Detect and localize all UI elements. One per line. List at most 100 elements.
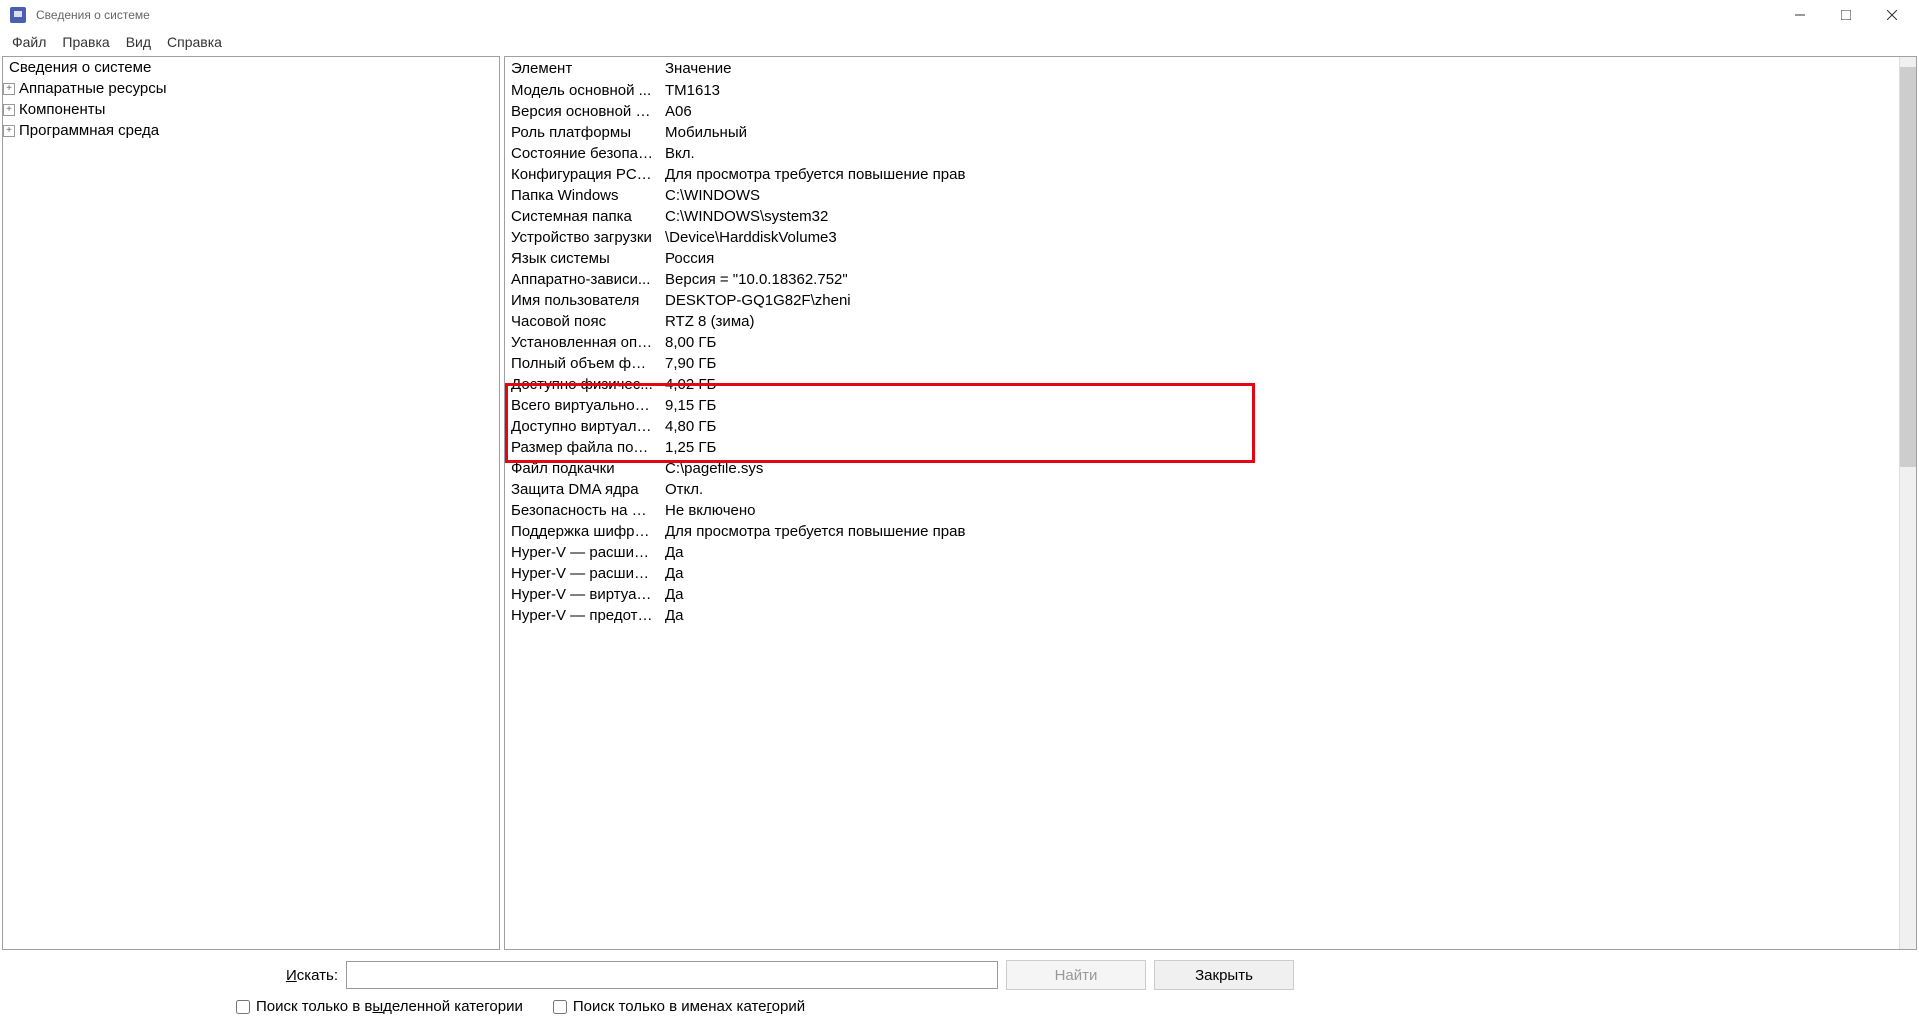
row-label: Состояние безопас... xyxy=(505,144,659,163)
table-row[interactable]: Имя пользователяDESKTOP-GQ1G82F\zheni xyxy=(505,290,1899,311)
option-category-names[interactable]: Поиск только в именах категорий xyxy=(553,998,805,1015)
options-row: Поиск только в выделенной категории Поис… xyxy=(12,998,1907,1015)
row-label: Защита DMA ядра xyxy=(505,480,659,499)
row-label: Доступно физичес... xyxy=(505,375,659,394)
menu-file[interactable]: Файл xyxy=(4,32,54,52)
minimize-button[interactable] xyxy=(1777,0,1823,30)
table-row[interactable]: Конфигурация PCR7Для просмотра требуется… xyxy=(505,164,1899,185)
row-label: Безопасность на ос... xyxy=(505,501,659,520)
row-label: Файл подкачки xyxy=(505,459,659,478)
scrollbar[interactable] xyxy=(1899,57,1916,949)
row-value: 8,00 ГБ xyxy=(659,333,1899,352)
header-value[interactable]: Значение xyxy=(659,57,1029,80)
tree-root[interactable]: Сведения о системе xyxy=(3,57,499,78)
row-label: Модель основной ... xyxy=(505,81,659,100)
header-spacer[interactable] xyxy=(1029,57,1899,80)
table-row[interactable]: Защита DMA ядраОткл. xyxy=(505,479,1899,500)
row-label: Hyper-V — расшир... xyxy=(505,543,659,562)
row-value: RTZ 8 (зима) xyxy=(659,312,1899,331)
row-label: Hyper-V — предотв... xyxy=(505,606,659,625)
row-value: Не включено xyxy=(659,501,1899,520)
search-label: Искать: xyxy=(12,967,338,984)
table-row[interactable]: Устройство загрузки\Device\HarddiskVolum… xyxy=(505,227,1899,248)
table-row[interactable]: Роль платформыМобильный xyxy=(505,122,1899,143)
window-title: Сведения о системе xyxy=(32,8,1777,22)
menu-edit[interactable]: Правка xyxy=(54,32,117,52)
row-label: Конфигурация PCR7 xyxy=(505,165,659,184)
option-label-1: Поиск только в выделенной категории xyxy=(256,998,523,1015)
checkbox-category-names[interactable] xyxy=(553,1000,567,1014)
row-label: Установленная опе... xyxy=(505,333,659,352)
row-label: Поддержка шифро... xyxy=(505,522,659,541)
row-value: Вкл. xyxy=(659,144,1899,163)
row-value: 9,15 ГБ xyxy=(659,396,1899,415)
table-row[interactable]: Безопасность на ос...Не включено xyxy=(505,500,1899,521)
row-label: Hyper-V — расшир... xyxy=(505,564,659,583)
expand-icon[interactable]: + xyxy=(3,104,15,116)
row-value: Для просмотра требуется повышение прав xyxy=(659,522,1899,541)
table-row[interactable]: Размер файла подк...1,25 ГБ xyxy=(505,437,1899,458)
row-label: Системная папка xyxy=(505,207,659,226)
row-label: Всего виртуальной ... xyxy=(505,396,659,415)
table-row[interactable]: Доступно виртуаль...4,80 ГБ xyxy=(505,416,1899,437)
table-header: Элемент Значение xyxy=(505,57,1899,80)
find-button[interactable]: Найти xyxy=(1006,960,1146,990)
table-row[interactable]: Язык системыРоссия xyxy=(505,248,1899,269)
tree-item-label: Программная среда xyxy=(19,122,159,139)
row-value: C:\WINDOWS\system32 xyxy=(659,207,1899,226)
tree-item[interactable]: + Программная среда xyxy=(3,120,499,141)
table-row[interactable]: Версия основной п...A06 xyxy=(505,101,1899,122)
checkbox-selected-category[interactable] xyxy=(236,1000,250,1014)
table-row[interactable]: Часовой поясRTZ 8 (зима) xyxy=(505,311,1899,332)
main-content: Сведения о системе +Аппаратные ресурсы+К… xyxy=(0,54,1919,952)
row-value: Мобильный xyxy=(659,123,1899,142)
row-value: Да xyxy=(659,564,1899,583)
menubar: Файл Правка Вид Справка xyxy=(0,30,1919,54)
row-value: C:\pagefile.sys xyxy=(659,459,1899,478)
search-input[interactable] xyxy=(346,961,998,989)
table-row[interactable]: Hyper-V — расшир...Да xyxy=(505,542,1899,563)
row-value: Россия xyxy=(659,249,1899,268)
table-row[interactable]: Файл подкачкиC:\pagefile.sys xyxy=(505,458,1899,479)
table-row[interactable]: Поддержка шифро...Для просмотра требуетс… xyxy=(505,521,1899,542)
table-row[interactable]: Установленная опе...8,00 ГБ xyxy=(505,332,1899,353)
row-label: Hyper-V — виртуал... xyxy=(505,585,659,604)
menu-view[interactable]: Вид xyxy=(118,32,159,52)
row-value: Да xyxy=(659,585,1899,604)
table-row[interactable]: Полный объем физ...7,90 ГБ xyxy=(505,353,1899,374)
table-row[interactable]: Hyper-V — предотв...Да xyxy=(505,605,1899,626)
close-button[interactable] xyxy=(1869,0,1915,30)
table-row[interactable]: Папка WindowsC:\WINDOWS xyxy=(505,185,1899,206)
table-row[interactable]: Hyper-V — виртуал...Да xyxy=(505,584,1899,605)
header-element[interactable]: Элемент xyxy=(505,57,659,80)
row-label: Устройство загрузки xyxy=(505,228,659,247)
table-row[interactable]: Системная папкаC:\WINDOWS\system32 xyxy=(505,206,1899,227)
table-row[interactable]: Hyper-V — расшир...Да xyxy=(505,563,1899,584)
maximize-button[interactable] xyxy=(1823,0,1869,30)
details-table: Элемент Значение Модель основной ...TM16… xyxy=(505,57,1899,949)
row-value: C:\WINDOWS xyxy=(659,186,1899,205)
expand-icon[interactable]: + xyxy=(3,83,15,95)
table-row[interactable]: Модель основной ...TM1613 xyxy=(505,80,1899,101)
table-row[interactable]: Аппаратно-зависи...Версия = "10.0.18362.… xyxy=(505,269,1899,290)
row-label: Аппаратно-зависи... xyxy=(505,270,659,289)
expand-icon[interactable]: + xyxy=(3,125,15,137)
row-label: Язык системы xyxy=(505,249,659,268)
details-panel: Элемент Значение Модель основной ...TM16… xyxy=(504,56,1917,950)
row-value: Версия = "10.0.18362.752" xyxy=(659,270,1899,289)
table-row[interactable]: Всего виртуальной ...9,15 ГБ xyxy=(505,395,1899,416)
option-selected-category[interactable]: Поиск только в выделенной категории xyxy=(236,998,523,1015)
row-label: Папка Windows xyxy=(505,186,659,205)
scrollbar-thumb[interactable] xyxy=(1900,67,1916,467)
tree-item[interactable]: + Компоненты xyxy=(3,99,499,120)
tree-item-label: Компоненты xyxy=(19,101,105,118)
menu-help[interactable]: Справка xyxy=(159,32,230,52)
table-row[interactable]: Состояние безопас...Вкл. xyxy=(505,143,1899,164)
table-row[interactable]: Доступно физичес...4,02 ГБ xyxy=(505,374,1899,395)
row-label: Часовой пояс xyxy=(505,312,659,331)
row-label: Имя пользователя xyxy=(505,291,659,310)
row-value: 1,25 ГБ xyxy=(659,438,1899,457)
close-search-button[interactable]: Закрыть xyxy=(1154,960,1294,990)
tree-item[interactable]: +Аппаратные ресурсы xyxy=(3,78,499,99)
row-label: Роль платформы xyxy=(505,123,659,142)
